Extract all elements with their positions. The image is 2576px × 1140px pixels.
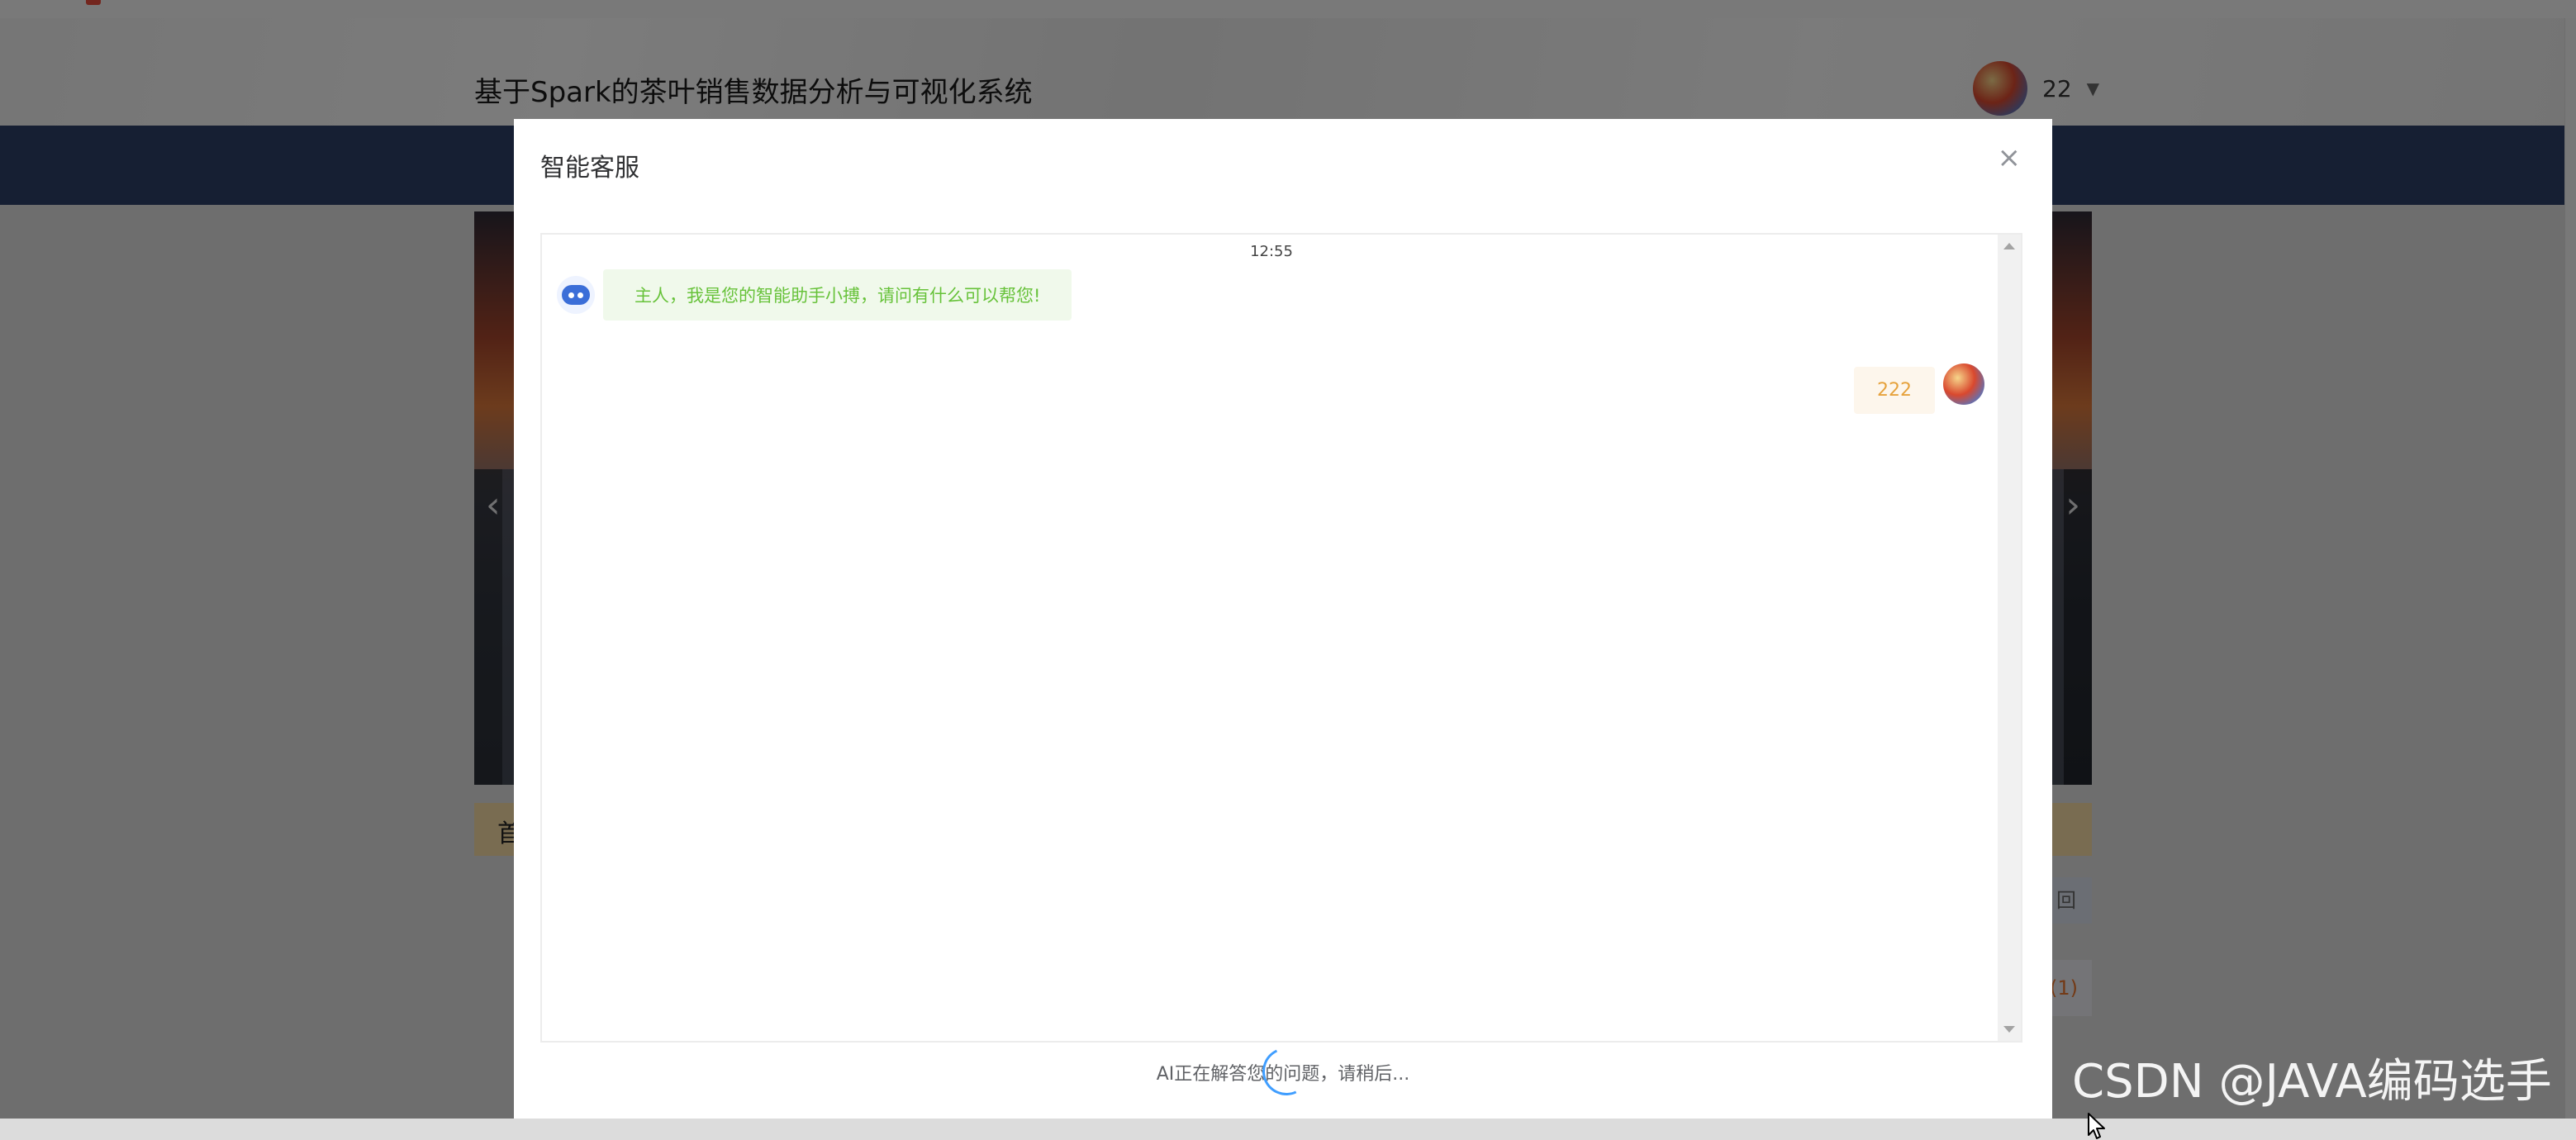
dialog-title: 智能客服 [540, 154, 639, 183]
robot-eye-left [568, 292, 574, 298]
scroll-up-icon[interactable] [2003, 243, 2015, 249]
robot-face [562, 285, 590, 305]
chat-message-area[interactable]: 12:55 主人，我是您的智能助手小搏，请问有什么可以帮您! 222 [540, 233, 2022, 1043]
mouse-cursor-icon [2088, 1113, 2105, 1139]
user-message-bubble: 222 [1854, 367, 1935, 414]
user-chat-avatar [1943, 363, 1984, 405]
chat-scrollbar[interactable] [1998, 235, 2021, 1041]
chat-timestamp: 12:55 [1250, 243, 1293, 260]
bot-message-row: 主人，我是您的智能助手小搏，请问有什么可以帮您! [557, 269, 1072, 321]
loading-spinner-icon [1255, 1040, 1318, 1103]
robot-eye-right [577, 292, 583, 298]
scroll-down-icon[interactable] [2003, 1026, 2015, 1033]
csdn-watermark: CSDN @JAVA编码选手 [2072, 1055, 2552, 1109]
user-message-row: 222 [1854, 354, 1984, 414]
close-icon[interactable]: × [1998, 144, 2022, 172]
bot-message-bubble: 主人，我是您的智能助手小搏，请问有什么可以帮您! [603, 269, 1072, 321]
chat-dialog: 智能客服 × 12:55 主人，我是您的智能助手小搏，请问有什么可以帮您! 22… [514, 119, 2105, 1139]
robot-icon [557, 276, 595, 314]
